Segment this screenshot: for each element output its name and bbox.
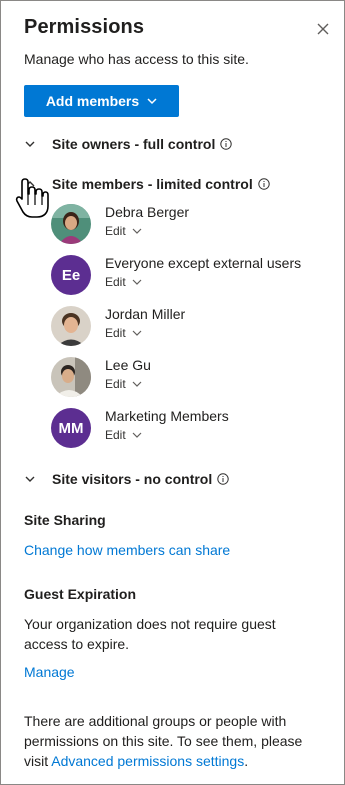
add-members-label: Add members — [45, 93, 140, 109]
add-members-button[interactable]: Add members — [24, 85, 179, 117]
advanced-permissions-link[interactable]: Advanced permissions settings — [51, 753, 244, 769]
member-role: Edit — [105, 275, 126, 289]
guest-expiration-text: Your organization does not require guest… — [24, 616, 276, 652]
member-role-dropdown[interactable]: Edit — [105, 428, 142, 442]
member-role-dropdown[interactable]: Edit — [105, 326, 142, 340]
footer-note: There are additional groups or people wi… — [24, 711, 314, 771]
avatar — [51, 306, 91, 346]
guest-expiration-heading: Guest Expiration — [24, 586, 137, 602]
manage-link[interactable]: Manage — [24, 664, 75, 680]
chevron-down-icon — [132, 432, 142, 438]
footer-end: . — [244, 753, 249, 769]
chevron-down-icon — [132, 330, 142, 336]
member-role-dropdown[interactable]: Edit — [105, 377, 142, 391]
avatar: MM — [51, 408, 91, 448]
member-role: Edit — [105, 428, 126, 442]
member-item: Jordan Miller Edit — [51, 306, 321, 350]
panel-title: Permissions — [24, 16, 145, 38]
member-role-dropdown[interactable]: Edit — [105, 275, 142, 289]
info-icon[interactable] — [258, 178, 270, 190]
panel-subtitle: Manage who has access to this site. — [24, 51, 249, 67]
section-site-owners[interactable]: Site owners - full control — [24, 134, 233, 154]
member-item: MM Marketing Members Edit — [51, 408, 321, 452]
avatar: Ee — [51, 255, 91, 295]
member-name: Marketing Members — [105, 408, 229, 424]
section-site-visitors-label: Site visitors - no control — [52, 471, 213, 487]
chevron-down-icon — [147, 98, 157, 105]
member-role: Edit — [105, 377, 126, 391]
chevron-down-icon — [25, 476, 35, 482]
section-site-members-label: Site members - limited control — [52, 176, 253, 192]
chevron-down-icon — [132, 279, 142, 285]
member-role-dropdown[interactable]: Edit — [105, 224, 142, 238]
section-site-visitors[interactable]: Site visitors - no control — [24, 469, 229, 489]
member-role: Edit — [105, 326, 126, 340]
member-item: Lee Gu Edit — [51, 357, 321, 401]
section-site-owners-label: Site owners - full control — [52, 136, 216, 152]
member-name: Jordan Miller — [105, 306, 186, 322]
avatar — [51, 204, 91, 244]
member-item: Debra Berger Edit — [51, 204, 321, 248]
member-name: Lee Gu — [105, 357, 151, 373]
chevron-down-icon — [25, 141, 35, 147]
info-icon[interactable] — [217, 473, 229, 485]
chevron-down-icon — [132, 381, 142, 387]
section-site-members[interactable]: Site members - limited control — [24, 174, 270, 194]
avatar — [51, 357, 91, 397]
info-icon[interactable] — [220, 138, 233, 150]
change-sharing-link[interactable]: Change how members can share — [24, 542, 230, 558]
chevron-down-icon — [132, 228, 142, 234]
hand-pointer-icon — [15, 178, 49, 218]
permissions-panel: Permissions Manage who has access to thi… — [0, 0, 345, 785]
member-name: Everyone except external users — [105, 255, 302, 271]
member-name: Debra Berger — [105, 204, 190, 220]
close-icon[interactable] — [315, 21, 331, 37]
member-item: Ee Everyone except external users Edit — [51, 255, 321, 299]
member-role: Edit — [105, 224, 126, 238]
site-sharing-heading: Site Sharing — [24, 512, 106, 528]
